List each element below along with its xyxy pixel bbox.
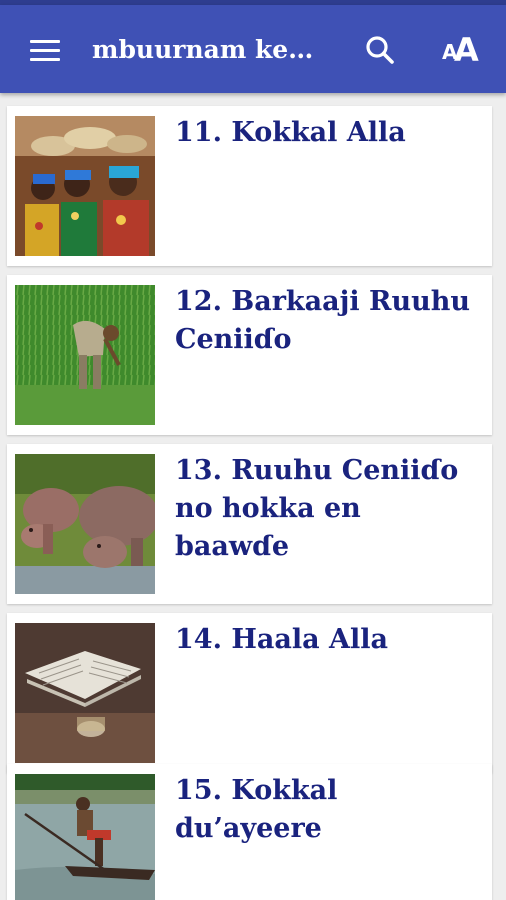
- lesson-card-13[interactable]: 13. Ruuhu Ceniiɗo no hokka en baawɗe: [7, 444, 492, 604]
- lesson-card-15[interactable]: 15. Kokkal du’ayeere: [7, 764, 492, 900]
- lesson-title: 15. Kokkal du’ayeere: [175, 775, 338, 844]
- page-title: mbuurnam ke…: [92, 35, 314, 64]
- font-size-big-glyph: A: [454, 31, 479, 69]
- rice-field-farmer-photo: [15, 285, 155, 425]
- hippopotamus-photo: [15, 454, 155, 594]
- search-icon[interactable]: [362, 31, 398, 71]
- hamburger-menu-icon[interactable]: [22, 29, 66, 73]
- lesson-title: 12. Barkaaji Ruuhu Ceniiɗo: [175, 286, 470, 355]
- app-bar: mbuurnam ke… A A: [0, 5, 506, 93]
- fisherman-canoe-photo: [15, 774, 155, 900]
- lesson-list[interactable]: 11. Kokkal Alla 12. Barkaaji Ruuhu Cenii: [0, 93, 506, 900]
- font-size-icon[interactable]: A A: [436, 27, 488, 73]
- lesson-title: 11. Kokkal Alla: [175, 117, 406, 148]
- lesson-card-12[interactable]: 12. Barkaaji Ruuhu Ceniiɗo: [7, 275, 492, 435]
- open-book-photo: [15, 623, 155, 763]
- women-with-baskets-photo: [15, 116, 155, 256]
- lesson-card-11[interactable]: 11. Kokkal Alla: [7, 106, 492, 266]
- lesson-title: 14. Haala Alla: [175, 624, 388, 655]
- lesson-title: 13. Ruuhu Ceniiɗo no hokka en baawɗe: [175, 455, 459, 562]
- lesson-card-14[interactable]: 14. Haala Alla: [7, 613, 492, 773]
